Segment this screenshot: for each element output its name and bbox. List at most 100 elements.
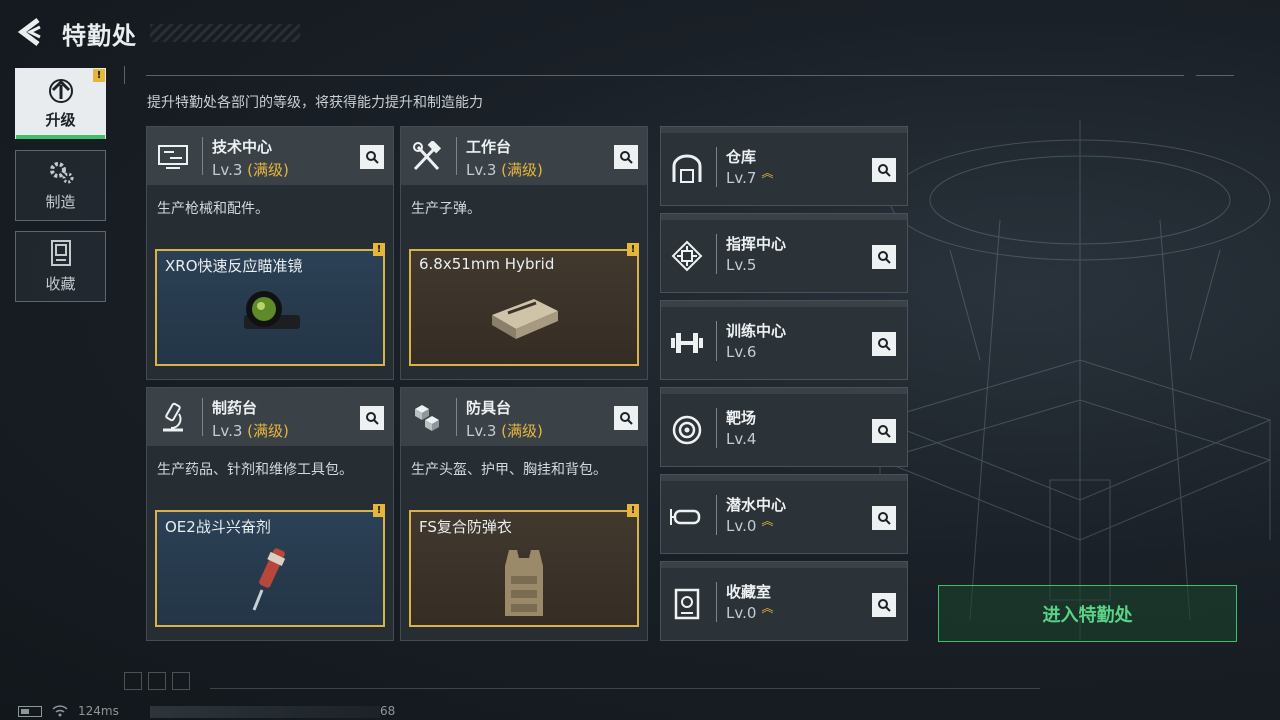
facility-name: 防具台	[466, 399, 512, 417]
inspect-button[interactable]	[360, 406, 384, 430]
divider	[716, 147, 717, 187]
production-slot[interactable]: ! XRO快速反应瞄准镜	[155, 243, 385, 366]
facility-name: 潜水中心	[726, 496, 787, 514]
facility-name: 技术中心	[212, 138, 273, 156]
facility-card-armor-bench[interactable]: 防具台 Lv.3 (满级) 生产头盔、护甲、胸挂和背包。 ! FS复合防弹衣	[400, 387, 648, 641]
divider	[210, 688, 1040, 689]
warehouse-icon	[669, 151, 705, 187]
alert-badge: !	[373, 243, 385, 256]
sidebar-item-label: 升级	[45, 111, 76, 129]
alert-badge: !	[627, 243, 639, 256]
facility-row-training-center[interactable]: 训练中心 Lv.6	[660, 300, 908, 380]
inspect-button[interactable]	[614, 406, 638, 430]
upgrade-available-icon: ︽	[761, 601, 774, 615]
divider	[124, 66, 125, 84]
divider	[202, 137, 203, 175]
production-slot[interactable]: ! FS复合防弹衣	[409, 504, 639, 627]
facility-description: 生产子弹。	[411, 201, 481, 217]
inspect-button[interactable]	[872, 158, 896, 182]
status-bar: 124ms	[18, 704, 119, 718]
page-title: 特勤处	[62, 22, 137, 50]
sidebar-item-craft[interactable]: 制造	[15, 150, 106, 221]
inspect-button[interactable]	[872, 245, 896, 269]
facility-card-tech-center[interactable]: 技术中心 Lv.3 (满级) 生产枪械和配件。 ! XRO快速反应瞄准镜	[146, 126, 394, 380]
cubes-icon	[409, 400, 445, 436]
goggles-icon	[669, 499, 705, 535]
max-level-label: (满级)	[247, 422, 289, 440]
facility-level: Lv.3 (满级)	[212, 161, 289, 179]
search-icon	[620, 412, 633, 425]
decoration	[124, 672, 190, 690]
divider	[146, 75, 1184, 76]
upgrade-available-icon: ︽	[761, 166, 774, 180]
facility-name: 指挥中心	[726, 235, 787, 253]
sidebar-item-label: 收藏	[45, 275, 76, 293]
search-icon	[878, 599, 891, 612]
dumbbell-icon	[669, 325, 705, 361]
upgrade-icon	[48, 79, 73, 103]
facility-description: 生产枪械和配件。	[157, 201, 269, 217]
facility-row-command-center[interactable]: 指挥中心 Lv.5	[660, 213, 908, 293]
divider	[716, 321, 717, 361]
facility-level: Lv.4	[726, 430, 757, 448]
ammo-box-image	[492, 299, 558, 339]
search-icon	[366, 151, 379, 164]
collection-icon	[50, 240, 71, 266]
title-decoration	[150, 24, 300, 42]
divider	[716, 408, 717, 448]
max-level-label: (满级)	[501, 422, 543, 440]
facility-name: 工作台	[466, 138, 512, 156]
facility-level: Lv.3 (满级)	[466, 422, 543, 440]
facility-row-warehouse[interactable]: 仓库 Lv.7 ︽	[660, 126, 908, 206]
search-icon	[878, 512, 891, 525]
item-name: 6.8x51mm Hybrid	[419, 255, 555, 273]
facility-level: Lv.0 ︽	[726, 514, 774, 535]
sidebar-item-collection[interactable]: 收藏	[15, 231, 106, 302]
inspect-button[interactable]	[872, 332, 896, 356]
gears-icon	[49, 162, 73, 184]
facility-name: 靶场	[726, 409, 757, 427]
facility-row-diving-center[interactable]: 潜水中心 Lv.0 ︽	[660, 474, 908, 554]
divider	[456, 398, 457, 436]
decoration	[150, 706, 380, 718]
back-arrow-icon	[17, 18, 41, 46]
chip-icon	[669, 238, 705, 274]
facility-card-workbench[interactable]: 工作台 Lv.3 (满级) 生产子弹。 ! 6.8x51mm Hybrid	[400, 126, 648, 380]
inspect-button[interactable]	[872, 506, 896, 530]
max-level-label: (满级)	[501, 161, 543, 179]
ping-readout: 124ms	[78, 704, 119, 718]
alert-badge: !	[373, 504, 385, 517]
sidebar-item-upgrade[interactable]: ! 升级	[15, 68, 106, 139]
enter-special-ops-button[interactable]: 进入特勤处	[938, 585, 1237, 642]
production-slot[interactable]: ! OE2战斗兴奋剂	[155, 504, 385, 627]
facility-level: Lv.3 (满级)	[466, 161, 543, 179]
facility-name: 收藏室	[726, 583, 772, 601]
facility-level: Lv.3 (满级)	[212, 422, 289, 440]
battery-icon	[18, 705, 42, 717]
item-name: OE2战斗兴奋剂	[165, 518, 271, 536]
search-icon	[878, 251, 891, 264]
inspect-button[interactable]	[360, 145, 384, 169]
item-name: FS复合防弹衣	[419, 518, 512, 536]
facility-name: 制药台	[212, 399, 258, 417]
back-button[interactable]	[14, 16, 46, 48]
page-subtitle: 提升特勤处各部门的等级，将获得能力提升和制造能力	[147, 95, 483, 111]
inspect-button[interactable]	[872, 419, 896, 443]
facility-level: Lv.6	[726, 343, 757, 361]
body-armor-image	[505, 550, 543, 616]
alert-badge: !	[627, 504, 639, 517]
search-icon	[878, 425, 891, 438]
upgrade-available-icon: ︽	[761, 514, 774, 528]
production-slot[interactable]: ! 6.8x51mm Hybrid	[409, 243, 639, 366]
facility-card-pharmacy[interactable]: 制药台 Lv.3 (满级) 生产药品、针剂和维修工具包。 ! OE2战斗兴奋剂	[146, 387, 394, 641]
facility-level: Lv.0 ︽	[726, 601, 774, 622]
search-icon	[878, 164, 891, 177]
inspect-button[interactable]	[614, 145, 638, 169]
facility-name: 训练中心	[726, 322, 787, 340]
divider	[456, 137, 457, 175]
facility-row-shooting-range[interactable]: 靶场 Lv.4	[660, 387, 908, 467]
facility-row-collection-room[interactable]: 收藏室 Lv.0 ︽	[660, 561, 908, 641]
inspect-button[interactable]	[872, 593, 896, 617]
fps-readout: 68	[380, 704, 396, 718]
divider	[716, 495, 717, 535]
